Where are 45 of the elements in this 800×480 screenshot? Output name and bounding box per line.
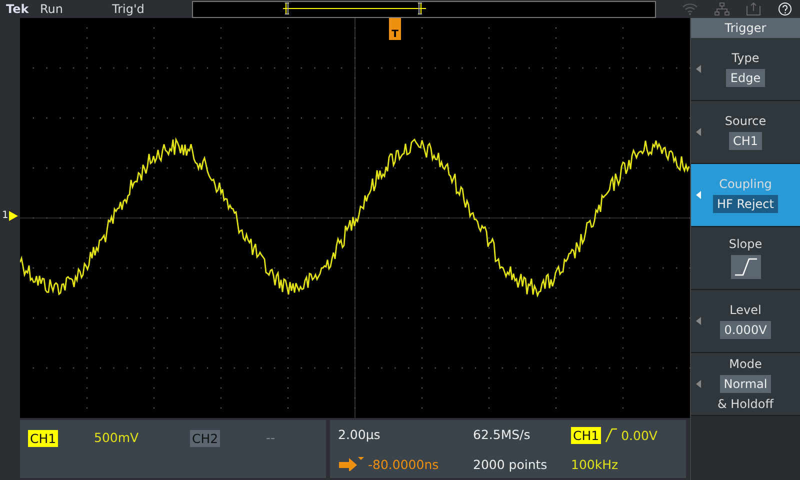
trigger-source: CH1 bbox=[571, 426, 602, 444]
menu-item[interactable]: Coupling HF Reject bbox=[691, 164, 800, 227]
brand-logo: Tek bbox=[6, 2, 30, 16]
sample-rate: 62.5MS/s bbox=[473, 426, 532, 444]
menu-item[interactable]: Mode Normal & Holdoff bbox=[691, 353, 800, 416]
trigger-level: 0.00V bbox=[621, 428, 658, 442]
menu-item[interactable]: Slope bbox=[691, 227, 800, 290]
left-arrow-icon bbox=[696, 128, 701, 136]
rising-edge-icon bbox=[605, 427, 618, 443]
menu-item[interactable]: Level 0.000V bbox=[691, 290, 800, 353]
menu-item[interactable]: Source CH1 bbox=[691, 101, 800, 164]
channel-scale: 500mV bbox=[94, 430, 140, 447]
export-icon bbox=[746, 2, 762, 16]
acquisition-state: Run bbox=[40, 2, 64, 16]
trigger-position-marker[interactable]: T bbox=[389, 18, 401, 40]
menu-title: Trigger bbox=[691, 18, 800, 38]
left-arrow-icon bbox=[696, 380, 701, 388]
menu-item-note: & Holdoff bbox=[717, 397, 774, 411]
menu-item-label: Type bbox=[732, 51, 760, 65]
help-icon[interactable] bbox=[778, 2, 792, 16]
menu-item-label: Level bbox=[730, 303, 762, 317]
left-arrow-icon bbox=[696, 191, 701, 199]
left-arrow-icon bbox=[696, 65, 701, 73]
menu-item-label: Mode bbox=[729, 357, 762, 371]
menu-item-value: Normal bbox=[720, 375, 772, 393]
horizontal-delay: -80.0000ns bbox=[368, 456, 439, 472]
rising-edge-icon bbox=[730, 255, 760, 279]
channel-button[interactable]: CH1 bbox=[28, 430, 58, 447]
delay-arrow-icon bbox=[338, 457, 364, 471]
menu-item-label: Coupling bbox=[719, 177, 772, 191]
trigger-status: Trig'd bbox=[112, 2, 144, 16]
menu-item-label: Source bbox=[724, 114, 766, 128]
menu-item-value: CH1 bbox=[728, 132, 762, 150]
network-icon bbox=[714, 2, 730, 16]
wifi-icon bbox=[682, 3, 698, 15]
menu-item-value: Edge bbox=[726, 69, 765, 87]
menu-item-value: HF Reject bbox=[713, 195, 778, 213]
trigger-frequency: 100kHz bbox=[571, 456, 620, 472]
menu-item-value: 0.000V bbox=[720, 321, 771, 339]
menu-item[interactable]: Type Edge bbox=[691, 38, 800, 101]
channel-scale: -- bbox=[266, 430, 276, 447]
menu-item-label: Slope bbox=[728, 237, 762, 251]
time-scale: 2.00µs bbox=[338, 426, 382, 444]
record-length: 2000 points bbox=[473, 456, 548, 472]
left-arrow-icon bbox=[696, 317, 701, 325]
